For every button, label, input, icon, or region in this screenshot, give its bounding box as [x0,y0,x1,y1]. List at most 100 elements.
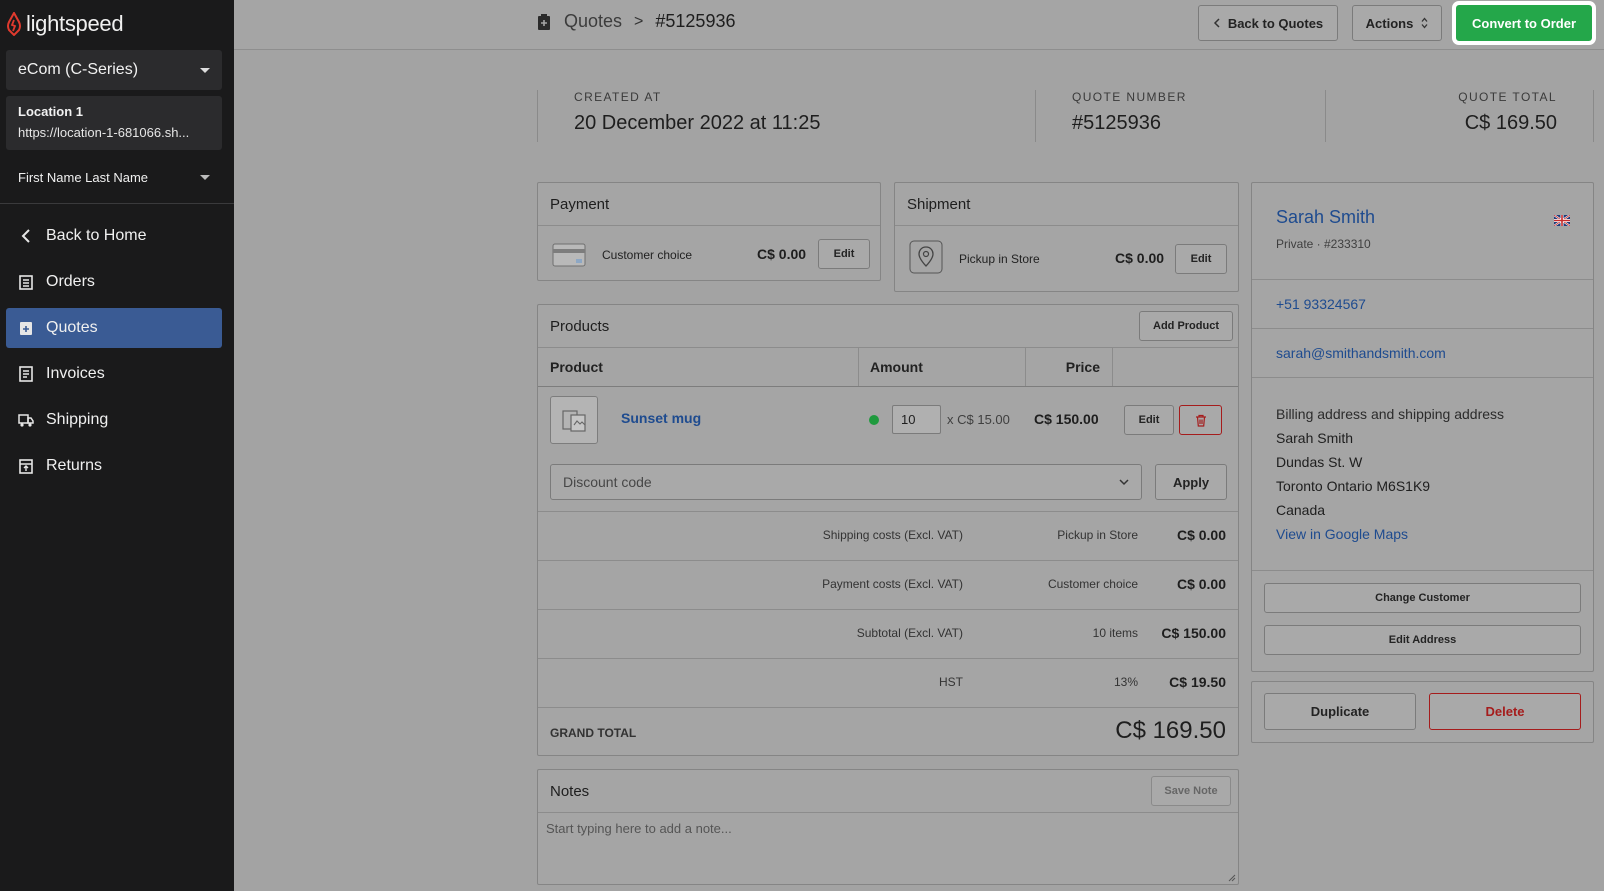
unit-price: x C$ 15.00 [947,412,1010,427]
quote-number-label: QUOTE NUMBER [1072,90,1187,104]
table-row: Sunset mug 10 x C$ 15.00 C$ 150.00 Edit [538,388,1238,448]
sidebar-item-returns[interactable]: Returns [6,446,222,486]
duplicate-button[interactable]: Duplicate [1264,693,1416,730]
summary-row-payment: Payment costs (Excl. VAT) Customer choic… [538,560,1238,608]
customer-phone-link[interactable]: +51 93324567 [1276,296,1366,312]
breadcrumb: Quotes > #5125936 [536,11,735,32]
sidebar-item-label: Invoices [46,365,105,382]
logo-text: lightspeed [26,11,124,36]
quantity-input[interactable]: 10 [892,405,941,434]
created-at-value: 20 December 2022 at 11:25 [574,112,821,134]
invoice-icon [18,366,34,382]
actions-label: Actions [1365,15,1414,31]
summary-value: C$ 150.00 [1161,625,1226,641]
quote-icon [538,13,550,30]
payment-edit-button[interactable]: Edit [818,239,870,269]
credit-card-icon [552,243,586,267]
notes-panel: Notes Save Note Start typing here to add… [537,769,1239,885]
payment-method: Customer choice [602,248,693,262]
sidebar-item-label: Quotes [46,319,98,336]
sort-caret-icon [1421,17,1428,29]
sidebar-item-invoices[interactable]: Invoices [6,354,222,394]
sidebar-divider [0,203,234,204]
returns-icon [18,458,34,474]
address-line: Dundas St. W [1276,454,1363,470]
sidebar-item-label: Back to Home [46,227,147,244]
trash-icon [1195,414,1206,427]
shipment-edit-button[interactable]: Edit [1175,244,1227,274]
shipment-title: Shipment [895,183,1238,226]
grand-total-label: GRAND TOTAL [550,726,637,740]
convert-to-order-button[interactable]: Convert to Order [1452,1,1596,45]
discount-code-select[interactable]: Discount code [550,464,1142,500]
summary-label: HST [939,675,963,689]
note-textarea[interactable]: Start typing here to add a note... [538,813,1238,884]
location-name: Location 1 [18,104,84,119]
shipment-amount: C$ 0.00 [1115,250,1165,266]
summary-row-tax: HST 13% C$ 19.50 [538,658,1238,706]
shipment-method: Pickup in Store [959,252,1040,266]
summary-detail: Customer choice [1047,577,1138,591]
sidebar-item-back-to-home[interactable]: Back to Home [6,216,222,256]
apply-discount-button[interactable]: Apply [1155,464,1227,500]
summary-detail: 10 items [1092,626,1138,640]
edit-address-button[interactable]: Edit Address [1264,625,1581,655]
store-select[interactable]: eCom (C-Series) [6,50,222,90]
store-select-label: eCom (C-Series) [18,61,139,78]
payment-title: Payment [538,183,880,226]
sidebar-item-orders[interactable]: Orders [6,262,222,302]
product-edit-button[interactable]: Edit [1124,405,1174,435]
quote-number-value: #5125936 [1072,112,1161,134]
customer-name-link[interactable]: Sarah Smith [1276,207,1375,228]
shipment-panel: Shipment Pickup in Store C$ 0.00 Edit [894,182,1239,292]
google-maps-link[interactable]: View in Google Maps [1276,526,1408,542]
add-product-button[interactable]: Add Product [1139,311,1233,341]
save-note-button[interactable]: Save Note [1151,776,1231,806]
summary-row-shipping: Shipping costs (Excl. VAT) Pickup in Sto… [538,511,1238,559]
breadcrumb-quotes-link[interactable]: Quotes [564,11,622,32]
back-to-quotes-button[interactable]: Back to Quotes [1198,5,1338,41]
topbar: Quotes > #5125936 Back to Quotes Actions… [234,0,1604,50]
user-menu[interactable]: First Name Last Name [6,162,222,192]
product-name-link[interactable]: Sunset mug [621,410,701,426]
uk-flag-icon [1554,215,1570,226]
column-amount: Amount [870,359,923,375]
sidebar-item-shipping[interactable]: Shipping [6,400,222,440]
address-line: Sarah Smith [1276,430,1354,446]
products-table-header: Product Amount Price [538,348,1238,387]
sidebar-item-label: Shipping [46,411,109,428]
product-thumbnail[interactable] [550,396,598,444]
payment-panel: Payment Customer choice C$ 0.00 Edit [537,182,881,281]
quote-total-stat: QUOTE TOTAL C$ 169.50 [1325,90,1594,142]
sidebar: lightspeed eCom (C-Series) Location 1 ht… [0,0,234,891]
lightspeed-logo[interactable]: lightspeed [6,10,124,38]
sidebar-item-label: Orders [46,273,95,290]
grand-total-row: GRAND TOTAL C$ 169.50 [538,707,1238,756]
map-pin-icon [909,240,943,274]
resize-handle-icon[interactable] [1228,874,1236,882]
grand-total-value: C$ 169.50 [1115,717,1226,744]
breadcrumb-current: #5125936 [655,11,736,31]
sidebar-item-label: Returns [46,457,103,474]
delete-button[interactable]: Delete [1429,693,1581,730]
clipboard-icon [18,274,34,290]
customer-subtitle: Private · #233310 [1276,237,1371,251]
summary-detail: Pickup in Store [1057,528,1138,542]
quote-total-label: QUOTE TOTAL [1458,90,1557,104]
location-selector[interactable]: Location 1 https://location-1-681066.sh.… [6,96,222,150]
chevron-left-icon [1213,18,1220,28]
products-title: Products [538,305,1238,348]
payment-amount: C$ 0.00 [757,246,807,262]
customer-email-link[interactable]: sarah@smithandsmith.com [1276,345,1446,361]
change-customer-button[interactable]: Change Customer [1264,583,1581,613]
stock-status-dot [869,415,879,425]
caret-down-icon [200,174,210,180]
convert-label: Convert to Order [1471,15,1576,31]
address-line: Toronto Ontario M6S1K9 [1276,478,1431,494]
back-to-quotes-label: Back to Quotes [1227,15,1324,31]
delete-product-button[interactable] [1179,405,1222,435]
location-url: https://location-1-681066.sh... [18,125,190,140]
sidebar-item-quotes[interactable]: Quotes [6,308,222,348]
summary-value: C$ 19.50 [1169,674,1226,690]
actions-button[interactable]: Actions [1352,5,1442,41]
